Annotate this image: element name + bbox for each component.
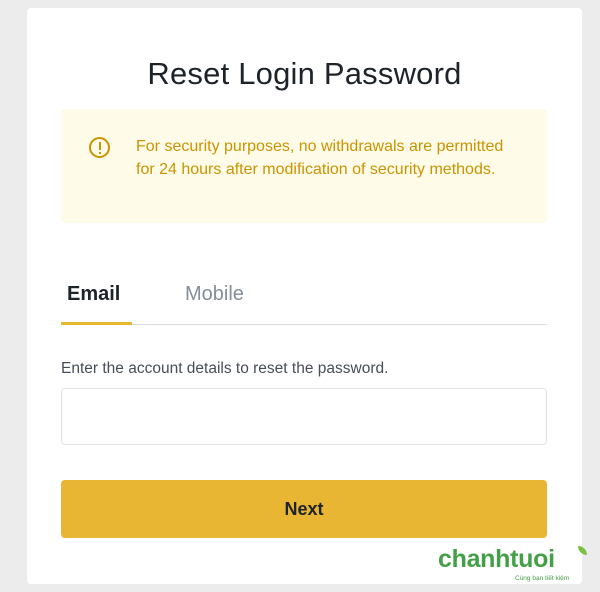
- leaf-icon: [578, 546, 587, 555]
- page-title: Reset Login Password: [147, 56, 462, 91]
- reset-password-card: Reset Login Password For security purpos…: [27, 8, 582, 584]
- watermark-slogan: Cùng bạn tiết kiệm: [515, 575, 570, 582]
- account-input[interactable]: [61, 388, 547, 445]
- tab-mobile-label: Mobile: [185, 283, 244, 305]
- security-notice: For security purposes, no withdrawals ar…: [61, 109, 547, 223]
- next-button[interactable]: Next: [61, 480, 547, 538]
- watermark-logo: chanhtuoi Cùng bạn tiết kiệm: [438, 545, 593, 585]
- tab-mobile[interactable]: Mobile: [185, 283, 244, 306]
- tab-email[interactable]: Email: [67, 283, 120, 306]
- account-field-label: Enter the account details to reset the p…: [61, 360, 389, 377]
- tab-bar: Email Mobile: [61, 280, 547, 325]
- security-notice-text: For security purposes, no withdrawals ar…: [136, 138, 504, 178]
- exclamation-circle-icon: [89, 137, 110, 158]
- watermark-brand: chanhtuoi: [438, 545, 555, 573]
- active-tab-indicator: [61, 322, 132, 325]
- tab-email-label: Email: [67, 283, 121, 305]
